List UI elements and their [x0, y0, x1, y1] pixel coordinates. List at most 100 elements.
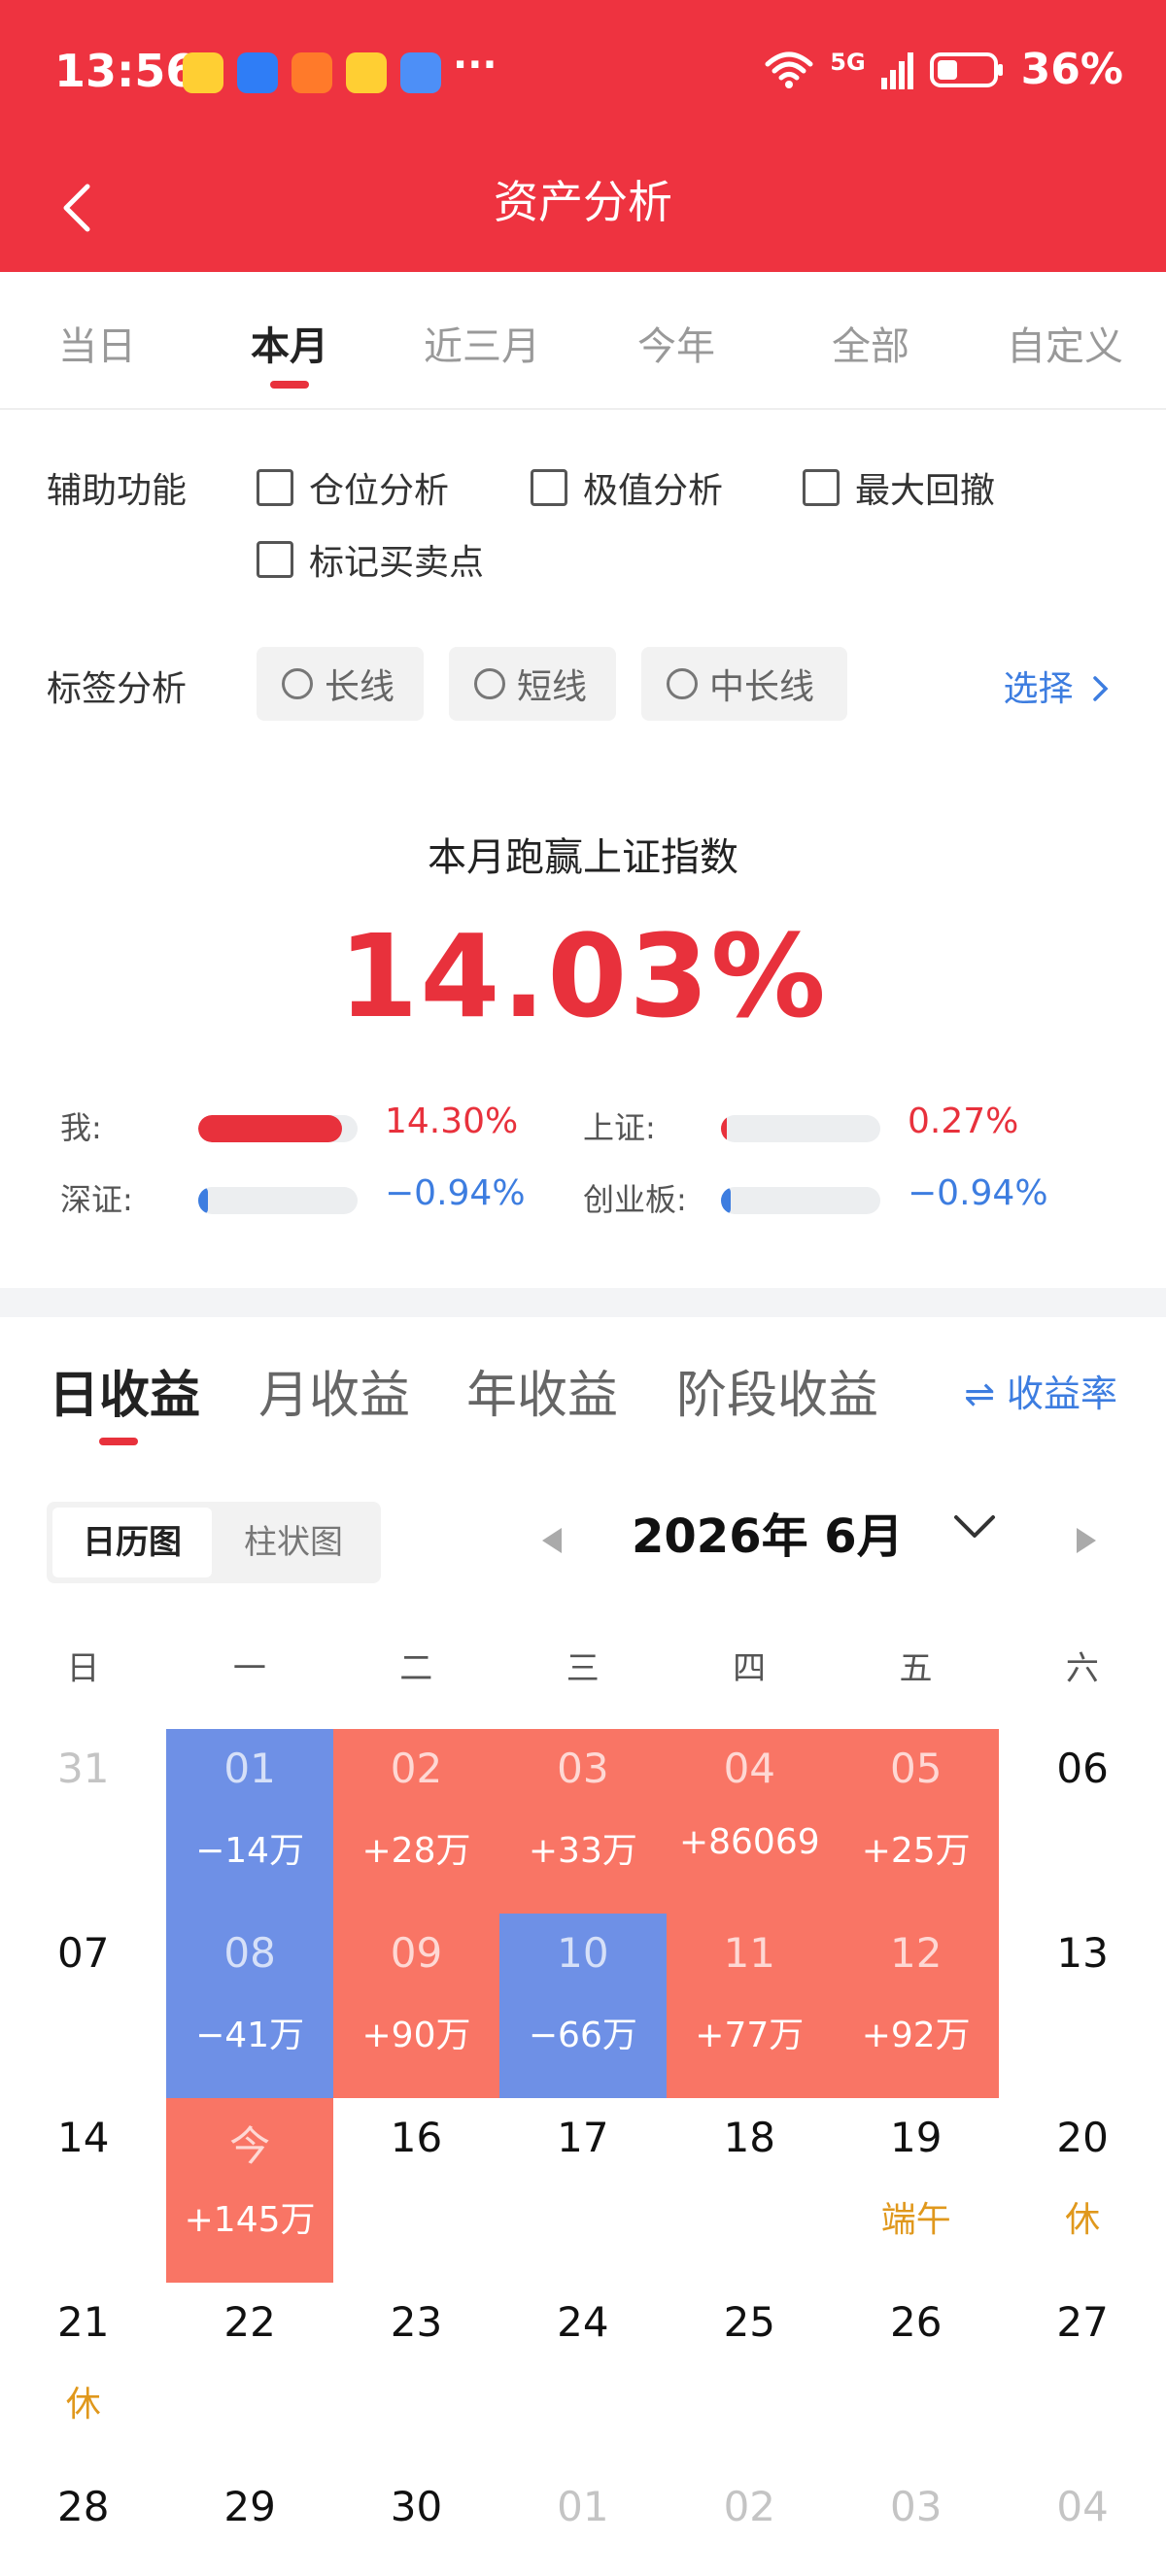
asset-analysis-page: 13:56 ··· 5G 36% 资产分析 当日 本月 近三月 今年 全部 自定… — [0, 0, 1166, 2576]
day-profit: +33万 — [528, 1831, 637, 1871]
tab-monthly-income[interactable]: 月收益 — [258, 1354, 410, 1427]
holiday-note: 休 — [1065, 2200, 1101, 2240]
day-number: 31 — [56, 1745, 110, 1792]
calendar-day-cell[interactable]: 29 — [166, 2467, 332, 2576]
tag-short-term[interactable]: 短线 — [449, 647, 616, 721]
tab-custom[interactable]: 自定义 — [968, 315, 1162, 371]
compare-bar-fill — [198, 1187, 208, 1214]
calendar-day-cell[interactable]: 22 — [166, 2283, 332, 2467]
day-number: 08 — [223, 1929, 276, 1977]
weekday-label: 日 — [66, 1649, 100, 1688]
calendar-day-cell[interactable]: 24 — [499, 2283, 666, 2467]
next-month-icon[interactable] — [1077, 1528, 1096, 1553]
day-number: 07 — [56, 1929, 110, 1977]
calendar-day-cell[interactable]: 23 — [333, 2283, 499, 2467]
day-number: 19 — [889, 2114, 943, 2161]
calendar-day-cell[interactable]: 02 +28万 — [332, 1729, 500, 1914]
calendar-day-cell[interactable]: 01 −14万 — [166, 1729, 333, 1914]
calendar-day-cell[interactable]: 04 +86069 — [666, 1729, 833, 1914]
checkbox-label: 最大回撤 — [855, 471, 996, 511]
bar-view-button[interactable]: 柱状图 — [214, 1508, 373, 1577]
calendar-day-cell[interactable]: 02 — [667, 2467, 833, 2576]
calendar-day-cell[interactable]: 09 +90万 — [332, 1914, 500, 2098]
calendar-day-cell[interactable]: 10 −66万 — [499, 1914, 667, 2098]
calendar-day-cell[interactable]: 13 — [999, 1914, 1165, 2098]
select-tags-link[interactable]: 选择 — [1004, 661, 1112, 711]
tab-all[interactable]: 全部 — [773, 315, 968, 371]
calendar-day-cell[interactable]: 04 — [999, 2467, 1165, 2576]
checkbox-icon — [257, 469, 293, 506]
status-time: 13:56 — [54, 45, 197, 97]
day-number: 26 — [889, 2298, 943, 2346]
position-analysis-checkbox[interactable]: 仓位分析 — [257, 462, 449, 513]
max-drawdown-checkbox[interactable]: 最大回撤 — [803, 462, 995, 513]
day-number: 28 — [56, 2483, 110, 2530]
calendar-day-cell[interactable]: 14 — [0, 2098, 166, 2283]
calendar-day-cell[interactable]: 11 +77万 — [666, 1914, 833, 2098]
radio-icon — [667, 668, 698, 699]
more-notifications-icon: ··· — [453, 43, 497, 87]
tag-mid-long-term[interactable]: 中长线 — [641, 647, 847, 721]
calendar-day-cell[interactable]: 03 +33万 — [499, 1729, 667, 1914]
chevron-down-icon[interactable] — [952, 1511, 997, 1542]
calendar-day-cell[interactable]: 17 — [499, 2098, 666, 2283]
page-title: 资产分析 — [494, 176, 672, 228]
weekday-label: 一 — [232, 1649, 266, 1688]
radio-icon — [474, 668, 505, 699]
day-number: 11 — [723, 1929, 776, 1977]
checkbox-label: 极值分析 — [583, 471, 724, 511]
calendar-day-cell[interactable]: 19 端午 — [833, 2098, 999, 2283]
calendar-day-cell[interactable]: 08 −41万 — [166, 1914, 333, 2098]
calendar-day-cell[interactable]: 25 — [667, 2283, 833, 2467]
calendar-day-cell[interactable]: 28 — [0, 2467, 166, 2576]
calendar-day-cell[interactable]: 31 — [0, 1729, 166, 1914]
tab-daily-income[interactable]: 日收益 — [49, 1354, 200, 1427]
compare-me: 我: 14.30% — [60, 1102, 546, 1162]
calendar-day-cell[interactable]: 06 — [999, 1729, 1165, 1914]
month-label[interactable]: 2026年 6月 — [632, 1498, 904, 1566]
battery-percent: 36% — [1020, 45, 1123, 94]
previous-month-icon[interactable] — [542, 1528, 562, 1553]
calendar-day-cell[interactable]: 30 — [333, 2467, 499, 2576]
status-bar: 13:56 ··· 5G 36% — [0, 0, 1166, 146]
active-income-tab-indicator — [99, 1438, 138, 1445]
compare-bar — [721, 1115, 880, 1142]
calendar-day-cell[interactable]: 27 — [999, 2283, 1165, 2467]
wallet-app-icon — [400, 52, 441, 93]
calendar-day-cell[interactable]: 20 休 — [999, 2098, 1165, 2283]
compare-bar — [198, 1187, 358, 1214]
tag-long-term[interactable]: 长线 — [257, 647, 424, 721]
calendar-day-cell[interactable]: 26 — [833, 2283, 999, 2467]
chevron-right-icon — [1093, 676, 1109, 701]
kuaishou-app-icon — [292, 52, 332, 93]
calendar-view-button[interactable]: 日历图 — [52, 1508, 212, 1577]
calendar-day-cell[interactable]: 01 — [499, 2467, 666, 2576]
tab-yearly-income[interactable]: 年收益 — [466, 1354, 618, 1427]
extreme-analysis-checkbox[interactable]: 极值分析 — [531, 462, 723, 513]
mark-trade-points-checkbox[interactable]: 标记买卖点 — [257, 534, 484, 585]
compare-shenzhen: 深证: −0.94% — [60, 1173, 546, 1234]
calendar-day-cell[interactable]: 07 — [0, 1914, 166, 2098]
tab-stage-income[interactable]: 阶段收益 — [676, 1354, 878, 1427]
day-number: 22 — [223, 2298, 276, 2346]
tab-this-year[interactable]: 今年 — [579, 315, 773, 371]
network-type: 5G — [830, 48, 866, 76]
calendar-day-cell[interactable]: 05 +25万 — [833, 1729, 1000, 1914]
calendar-day-cell[interactable]: 03 — [833, 2467, 999, 2576]
tab-today[interactable]: 当日 — [0, 315, 194, 371]
calendar-day-cell[interactable]: 16 — [333, 2098, 499, 2283]
checkbox-icon — [803, 469, 840, 506]
calendar-day-cell[interactable]: 今 +145万 — [166, 2098, 333, 2283]
day-number: 12 — [889, 1929, 943, 1977]
calendar-day-cell[interactable]: 21 休 — [0, 2283, 166, 2467]
weekday-label: 二 — [399, 1649, 433, 1688]
day-profit: +86069 — [678, 1822, 820, 1862]
compare-label: 我: — [60, 1109, 102, 1146]
tab-this-month[interactable]: 本月 — [192, 315, 387, 371]
calendar-day-cell[interactable]: 18 — [667, 2098, 833, 2283]
select-label: 选择 — [1003, 669, 1074, 709]
calendar-day-cell[interactable]: 12 +92万 — [833, 1914, 1000, 2098]
tab-last-three-months[interactable]: 近三月 — [385, 315, 579, 371]
day-number: 29 — [223, 2483, 276, 2530]
return-rate-toggle[interactable]: ⇌ 收益率 — [964, 1364, 1117, 1417]
